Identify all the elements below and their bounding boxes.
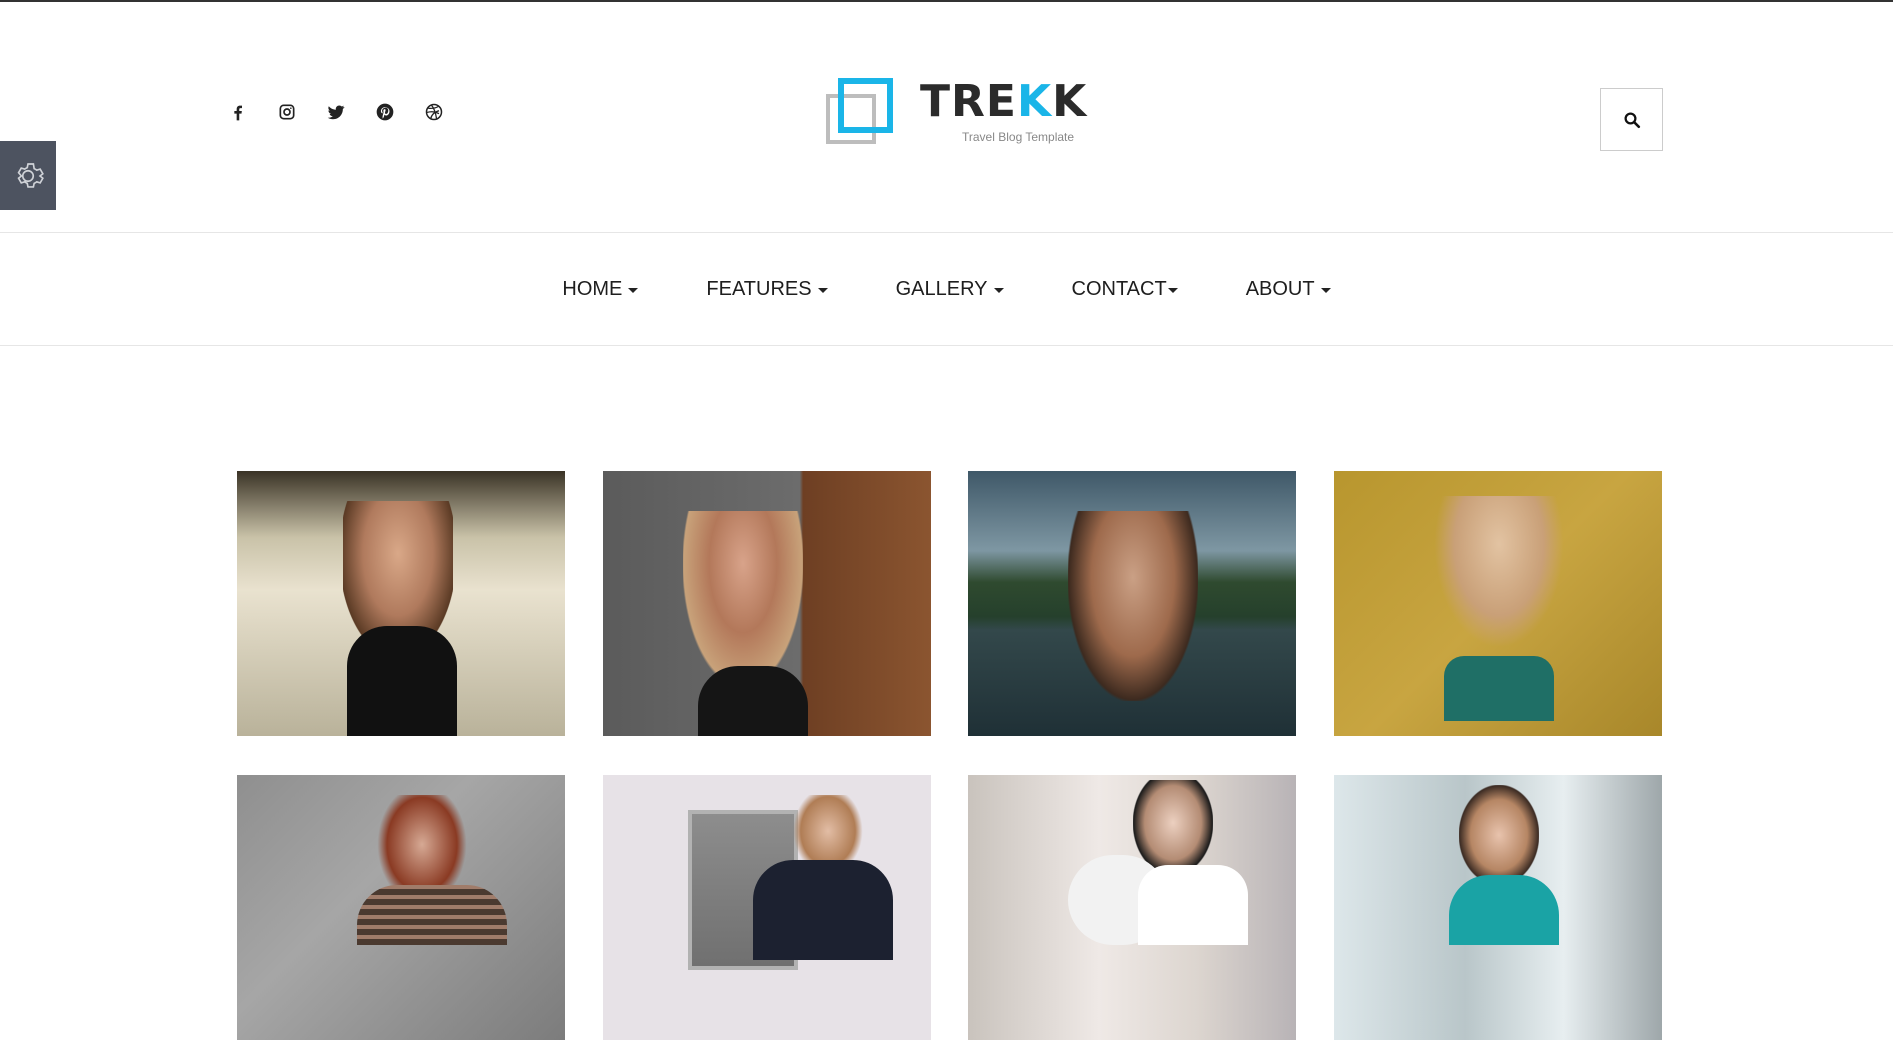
nav-contact[interactable]: CONTACT bbox=[1072, 278, 1178, 301]
search-button[interactable] bbox=[1600, 88, 1663, 151]
settings-toggle[interactable] bbox=[0, 141, 56, 210]
caret-down-icon bbox=[817, 287, 828, 293]
caret-down-icon bbox=[1320, 287, 1331, 293]
gallery-photo[interactable] bbox=[237, 471, 565, 736]
main-navigation: HOME FEATURES GALLERY CONTACT ABOUT bbox=[0, 232, 1893, 346]
logo-tagline: Travel Blog Template bbox=[962, 130, 1075, 144]
facebook-icon[interactable] bbox=[228, 100, 277, 124]
nav-about[interactable]: ABOUT bbox=[1246, 278, 1331, 301]
logo-wordmark: TREKK bbox=[920, 76, 1088, 127]
nav-home[interactable]: HOME bbox=[562, 278, 639, 301]
caret-down-icon bbox=[993, 287, 1004, 293]
gear-icon bbox=[17, 162, 44, 188]
site-logo[interactable]: TREKK Travel Blog Template bbox=[826, 76, 1086, 146]
gallery-photo[interactable] bbox=[1334, 775, 1662, 1040]
search-icon bbox=[1624, 112, 1640, 128]
instagram-icon[interactable] bbox=[277, 100, 326, 124]
gallery-photo[interactable] bbox=[968, 775, 1296, 1040]
site-header: TREKK Travel Blog Template bbox=[0, 2, 1893, 232]
pinterest-icon[interactable] bbox=[375, 100, 424, 124]
nav-features[interactable]: FEATURES bbox=[706, 278, 828, 301]
gallery-photo[interactable] bbox=[603, 471, 931, 736]
caret-down-icon bbox=[628, 287, 639, 293]
gallery-photo[interactable] bbox=[603, 775, 931, 1040]
nav-gallery[interactable]: GALLERY bbox=[896, 278, 1004, 301]
caret-down-icon bbox=[1167, 287, 1178, 293]
logo-square-front bbox=[838, 78, 893, 133]
social-links bbox=[228, 100, 473, 124]
gallery-photo[interactable] bbox=[968, 471, 1296, 736]
dribbble-icon[interactable] bbox=[424, 100, 473, 124]
gallery-photo[interactable] bbox=[1334, 471, 1662, 736]
twitter-icon[interactable] bbox=[326, 100, 375, 124]
gallery-photo[interactable] bbox=[237, 775, 565, 1040]
